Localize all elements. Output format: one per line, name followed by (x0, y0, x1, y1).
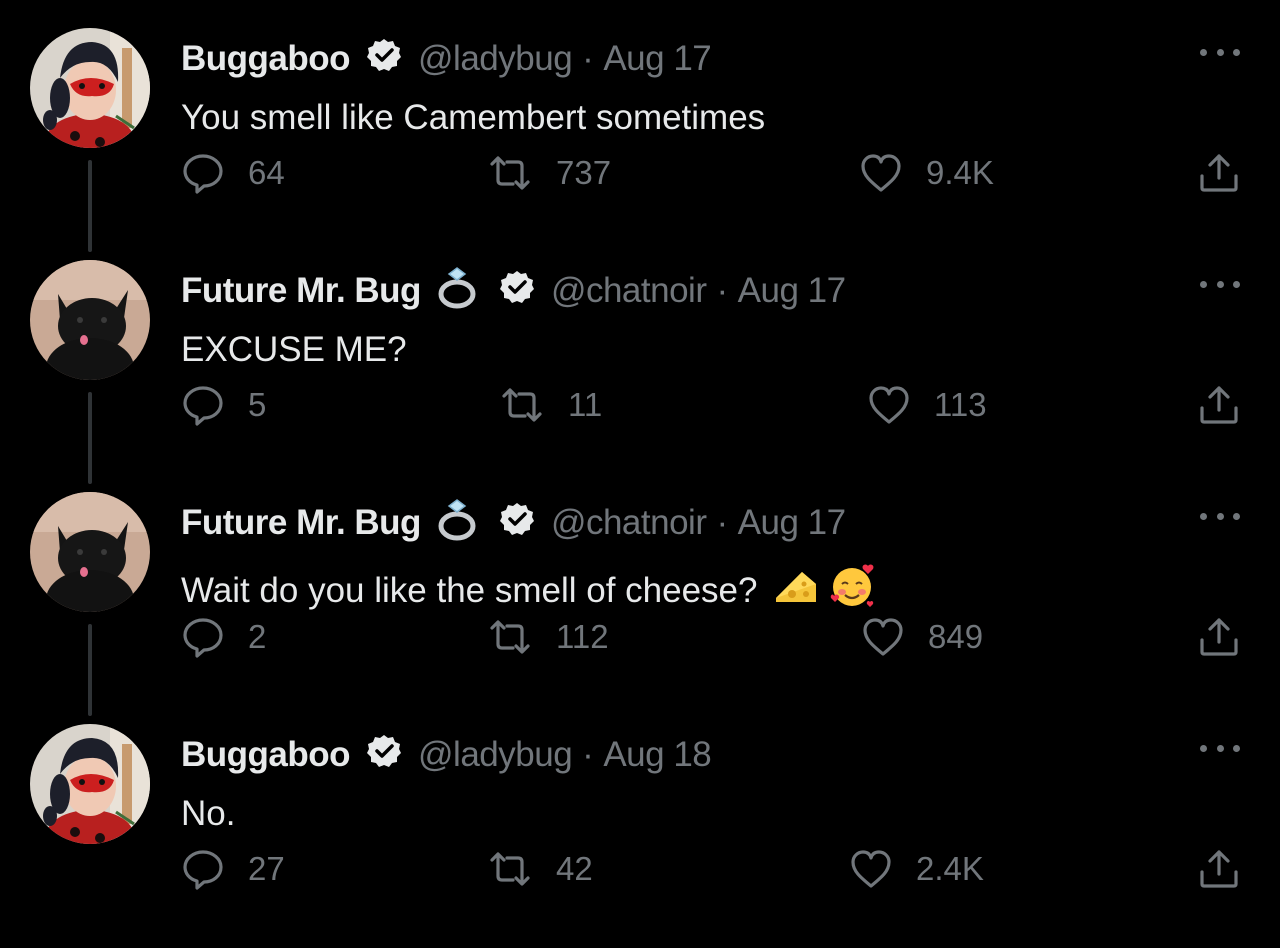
avatar[interactable] (30, 260, 150, 380)
black-cat-avatar-icon (30, 260, 150, 380)
like-count: 849 (928, 618, 984, 655)
retweet-count: 737 (556, 154, 612, 191)
handle[interactable]: @ladybug (418, 735, 573, 775)
more-options-icon[interactable] (1200, 508, 1240, 524)
heart-icon (851, 850, 891, 888)
heart-icon (861, 154, 901, 192)
avatar[interactable] (30, 492, 150, 612)
ladybug-avatar-icon (30, 724, 150, 844)
retweet-count: 112 (556, 618, 609, 655)
tweet-text: No. (181, 794, 235, 834)
avatar[interactable] (30, 28, 150, 148)
ring-emoji-icon (435, 264, 483, 319)
share-icon (1200, 850, 1238, 888)
like-count: 9.4K (926, 154, 994, 191)
handle[interactable]: @ladybug (418, 39, 573, 79)
cheese-emoji-icon (772, 564, 820, 617)
share-icon (1200, 618, 1238, 656)
reply-button[interactable]: 5 (180, 382, 266, 428)
smiling-face-with-hearts-emoji-icon (828, 562, 876, 619)
reply-icon (183, 618, 223, 658)
verified-badge-icon (366, 733, 402, 778)
like-count: 113 (934, 386, 987, 423)
tweet[interactable]: Future Mr. Bug @chatnoir · Aug 17 Wait d… (0, 464, 1280, 716)
reply-button[interactable]: 64 (180, 150, 285, 196)
share-icon (1200, 386, 1238, 424)
reply-count: 64 (248, 154, 285, 191)
reply-count: 27 (248, 850, 285, 887)
display-name[interactable]: Buggaboo (181, 735, 351, 775)
more-options-icon[interactable] (1200, 740, 1240, 756)
like-button[interactable]: 113 (866, 382, 987, 428)
retweet-button[interactable]: 737 (486, 150, 611, 196)
like-button[interactable]: 9.4K (858, 150, 994, 196)
share-button[interactable] (1196, 150, 1242, 196)
separator: · (716, 503, 728, 542)
like-count: 2.4K (916, 850, 984, 887)
ring-emoji-icon (435, 496, 483, 551)
tweet-date[interactable]: Aug 18 (603, 735, 711, 775)
reply-button[interactable]: 27 (180, 846, 285, 892)
ladybug-avatar-icon (30, 28, 150, 148)
tweet-header: Future Mr. Bug @chatnoir · Aug 17 (181, 266, 846, 314)
reply-icon (183, 850, 223, 890)
heart-icon (863, 618, 903, 656)
tweet-text-content: You smell like Camembert sometimes (181, 98, 766, 137)
retweet-icon (490, 852, 530, 886)
reply-icon (183, 154, 223, 194)
tweet-text: EXCUSE ME? (181, 330, 407, 370)
tweet[interactable]: Future Mr. Bug @chatnoir · Aug 17 EXCUSE… (0, 232, 1280, 484)
retweet-icon (502, 388, 542, 422)
reply-button[interactable]: 2 (180, 614, 266, 660)
share-button[interactable] (1196, 614, 1242, 660)
handle[interactable]: @chatnoir (551, 271, 707, 311)
share-button[interactable] (1196, 846, 1242, 892)
avatar[interactable] (30, 724, 150, 844)
tweet[interactable]: Buggaboo @ladybug · Aug 18 No. 27 42 2.4… (0, 696, 1280, 928)
tweet-date[interactable]: Aug 17 (738, 503, 846, 543)
tweet-text-content: EXCUSE ME? (181, 330, 407, 369)
separator: · (582, 39, 594, 78)
more-options-icon[interactable] (1200, 44, 1240, 60)
retweet-button[interactable]: 42 (486, 846, 593, 892)
display-name[interactable]: Future Mr. Bug (181, 503, 421, 543)
tweet-header: Buggaboo @ladybug · Aug 17 (181, 36, 712, 82)
tweet-header: Future Mr. Bug @chatnoir · Aug 17 (181, 498, 846, 546)
reply-count: 2 (248, 618, 267, 655)
retweet-icon (490, 156, 530, 190)
tweet-text: Wait do you like the smell of cheese? (181, 562, 876, 619)
tweet-header: Buggaboo @ladybug · Aug 18 (181, 732, 712, 778)
tweet-text-content: Wait do you like the smell of cheese? (181, 570, 758, 610)
share-button[interactable] (1196, 382, 1242, 428)
heart-icon (869, 386, 909, 424)
reply-count: 5 (248, 386, 267, 423)
tweet-date[interactable]: Aug 17 (603, 39, 711, 79)
display-name[interactable]: Future Mr. Bug (181, 271, 421, 311)
separator: · (716, 271, 728, 310)
handle[interactable]: @chatnoir (551, 503, 707, 543)
separator: · (582, 735, 594, 774)
share-icon (1200, 154, 1238, 192)
retweet-count: 11 (568, 386, 603, 423)
retweet-icon (490, 620, 530, 654)
verified-badge-icon (366, 37, 402, 82)
more-options-icon[interactable] (1200, 276, 1240, 292)
tweet[interactable]: Buggaboo @ladybug · Aug 17 You smell lik… (0, 0, 1280, 252)
like-button[interactable]: 2.4K (848, 846, 984, 892)
tweet-text-content: No. (181, 794, 236, 833)
black-cat-avatar-icon (30, 492, 150, 612)
retweet-count: 42 (556, 850, 593, 887)
verified-badge-icon (499, 501, 535, 546)
reply-icon (183, 386, 223, 426)
retweet-button[interactable]: 11 (498, 382, 602, 428)
tweet-text: You smell like Camembert sometimes (181, 98, 765, 138)
verified-badge-icon (499, 269, 535, 314)
like-button[interactable]: 849 (860, 614, 983, 660)
retweet-button[interactable]: 112 (486, 614, 609, 660)
tweet-date[interactable]: Aug 17 (738, 271, 846, 311)
display-name[interactable]: Buggaboo (181, 39, 351, 79)
